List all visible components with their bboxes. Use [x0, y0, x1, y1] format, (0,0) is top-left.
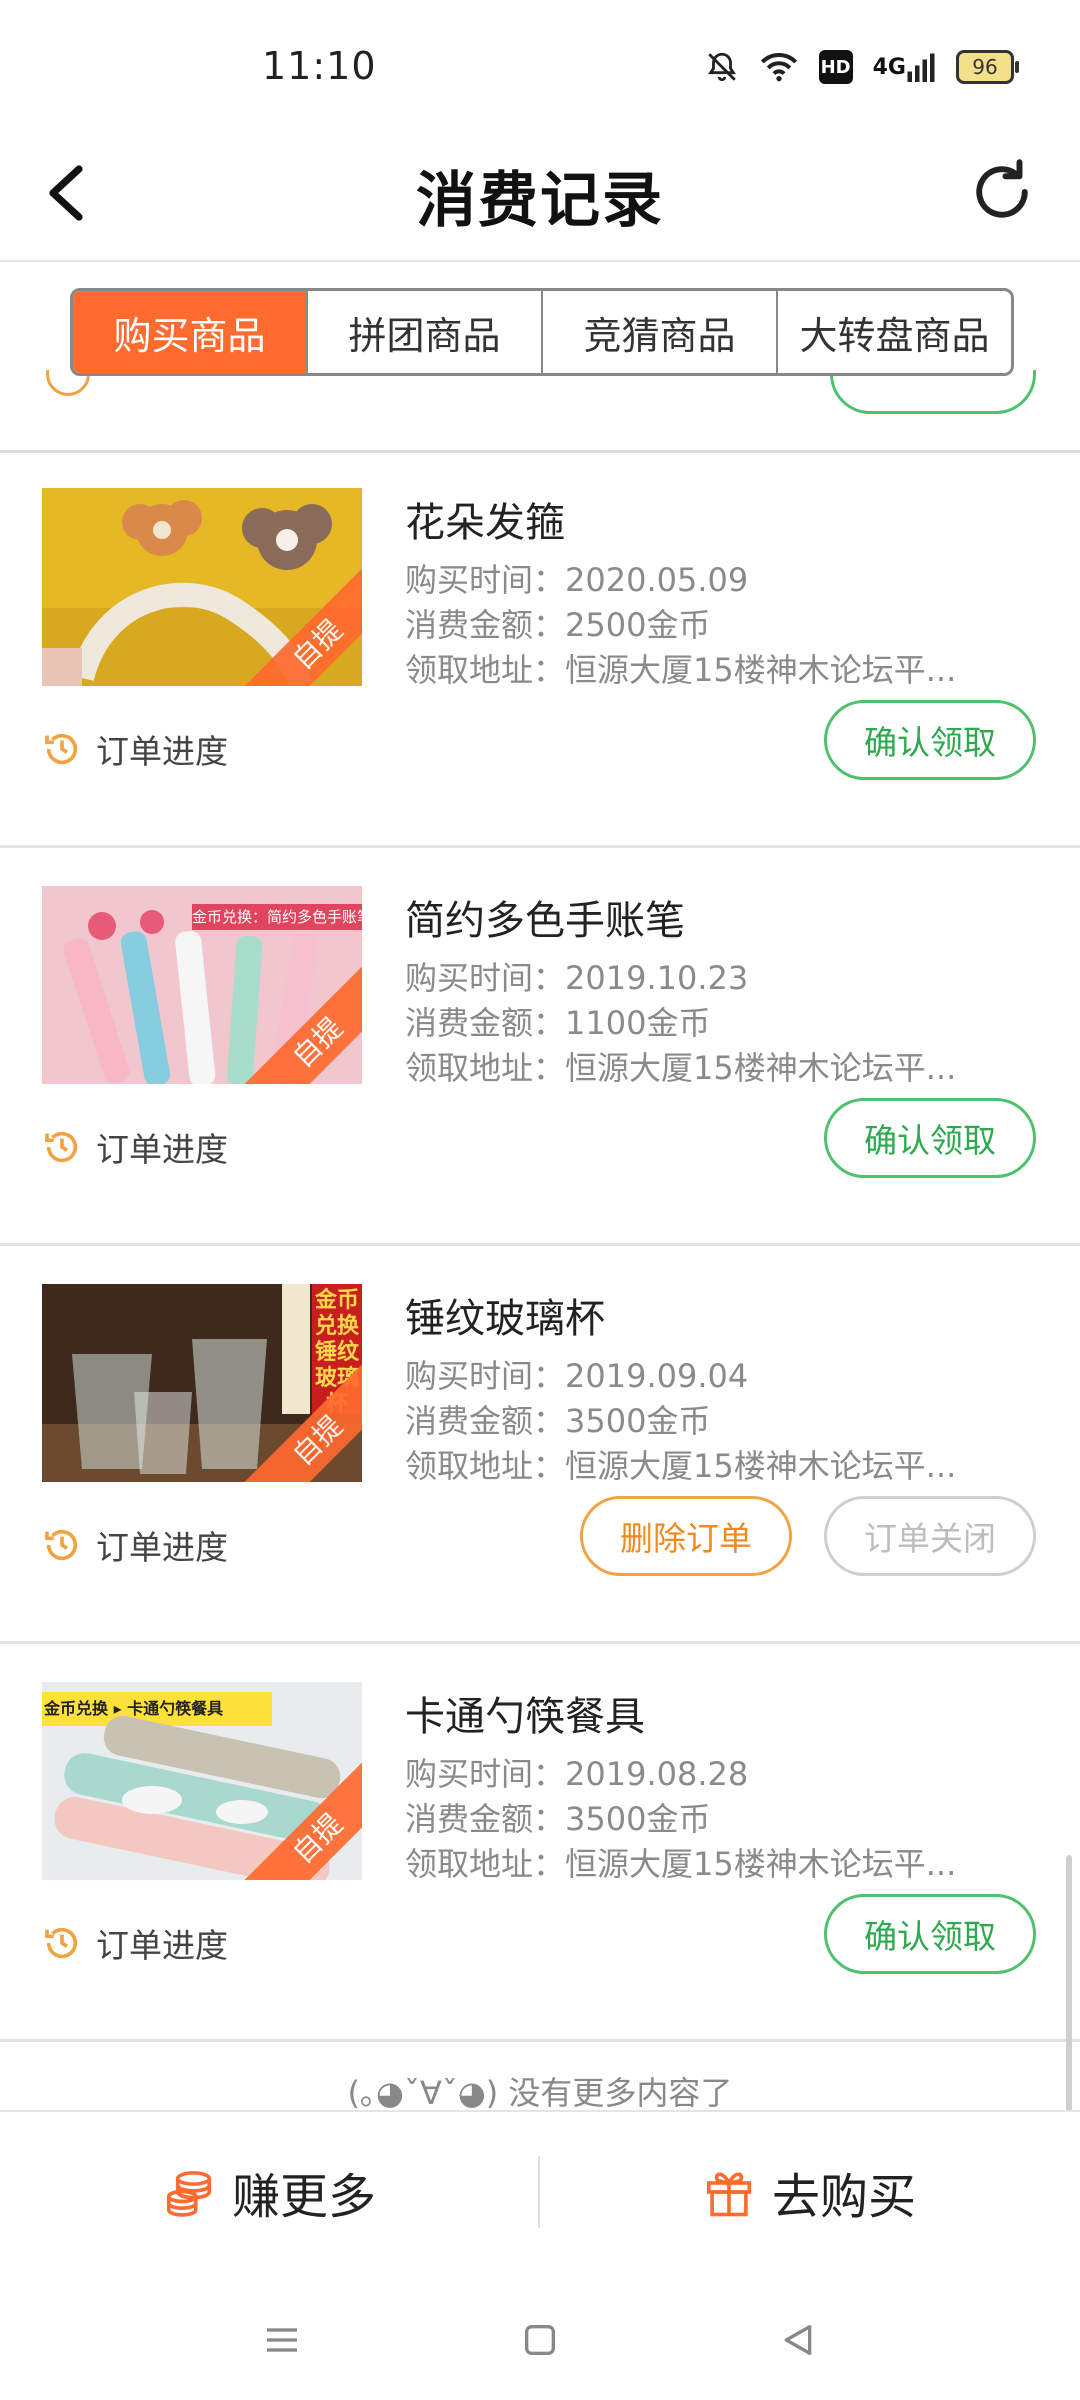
order-progress-link[interactable]: 订单进度 — [42, 1521, 228, 1569]
order-card: 金币兑换 ▸ 卡通勺筷餐具 自提 卡通勺筷餐具 购买时间：2019.08.28 … — [0, 1644, 1080, 2042]
confirm-pickup-button-partial[interactable] — [830, 370, 1036, 414]
product-image-caption: 金币兑换 ▸ 卡通勺筷餐具 — [44, 1699, 224, 1718]
product-image: 金币兑换 锤纹玻璃杯 自提 — [42, 1284, 362, 1482]
go-buy-button[interactable]: 去购买 — [540, 2112, 1078, 2272]
delete-order-button[interactable]: 删除订单 — [580, 1496, 792, 1576]
tab-purchase[interactable]: 购买商品 — [73, 291, 308, 373]
confirm-pickup-button[interactable]: 确认领取 — [824, 1894, 1036, 1974]
go-buy-label: 去购买 — [771, 2169, 916, 2225]
product-name: 卡通勺筷餐具 — [405, 1694, 645, 1740]
back-nav-button[interactable] — [768, 2310, 828, 2370]
page-title: 消费记录 — [416, 166, 664, 236]
order-progress-link[interactable]: 订单进度 — [42, 1919, 228, 1967]
product-image: 自提 — [42, 488, 362, 686]
order-progress-label: 订单进度 — [96, 732, 228, 771]
partial-card — [0, 370, 1080, 453]
order-progress-link[interactable]: 订单进度 — [42, 1123, 228, 1171]
square-icon — [525, 2325, 555, 2355]
order-progress-label: 订单进度 — [96, 1528, 228, 1567]
triangle-back-icon — [784, 2325, 812, 2355]
order-progress-link[interactable]: 订单进度 — [42, 725, 228, 773]
no-more-content: (｡◕ˇ∀ˇ◕) 没有更多内容了 — [347, 2074, 733, 2112]
product-name: 花朵发箍 — [405, 500, 565, 546]
product-image: 金币兑换：简约多色手账笔 自提 — [42, 886, 362, 1084]
pickup-address: 领取地址：恒源大厦15楼神木论坛平... — [405, 651, 957, 689]
menu-icon — [267, 2328, 297, 2352]
tab-wheel[interactable]: 大转盘商品 — [778, 291, 1011, 373]
status-time: 11:10 — [262, 44, 377, 88]
tab-group-buy[interactable]: 拼团商品 — [308, 291, 543, 373]
confirm-pickup-button[interactable]: 确认领取 — [824, 1098, 1036, 1178]
category-tabs: 购买商品 拼团商品 竞猜商品 大转盘商品 — [70, 288, 1014, 376]
clock-history-icon — [45, 733, 78, 765]
pickup-address: 领取地址：恒源大厦15楼神木论坛平... — [405, 1447, 957, 1485]
wifi-icon — [759, 50, 799, 84]
tab-guess[interactable]: 竞猜商品 — [543, 291, 778, 373]
system-nav-bar — [0, 2270, 1080, 2400]
amount: 消费金额：3500金币 — [405, 1800, 711, 1838]
clock-history-icon — [45, 1131, 78, 1163]
bell-off-icon — [705, 50, 739, 84]
order-card: 金币兑换 锤纹玻璃杯 自提 锤纹玻璃杯 购买时间：2019.09.04 消费金额… — [0, 1246, 1080, 1644]
home-nav-button[interactable] — [510, 2310, 570, 2370]
bottom-action-bar: 赚更多 去购买 — [0, 2110, 1080, 2272]
coins-icon — [166, 2171, 212, 2217]
order-card: 金币兑换：简约多色手账笔 自提 简约多色手账笔 购买时间：2019.10.23 … — [0, 848, 1080, 1246]
amount: 消费金额：3500金币 — [405, 1402, 711, 1440]
amount: 消费金额：2500金币 — [405, 606, 711, 644]
product-image-caption: 金币兑换：简约多色手账笔 — [192, 908, 362, 926]
status-bar: 11:10 HD 4G 96 — [0, 0, 1080, 140]
order-progress-label: 订单进度 — [96, 1130, 228, 1169]
app-header: 消费记录 — [0, 130, 1080, 262]
earn-more-label: 赚更多 — [231, 2169, 376, 2225]
product-name: 锤纹玻璃杯 — [405, 1296, 605, 1342]
pickup-address: 领取地址：恒源大厦15楼神木论坛平... — [405, 1049, 957, 1087]
purchase-time: 购买时间：2019.08.28 — [405, 1755, 749, 1793]
order-closed-button: 订单关闭 — [824, 1496, 1036, 1576]
amount: 消费金额：1100金币 — [405, 1004, 711, 1042]
order-progress-label: 订单进度 — [96, 1926, 228, 1965]
purchase-time: 购买时间：2020.05.09 — [405, 561, 749, 599]
network-type: 4G — [872, 54, 906, 80]
order-card: 自提 花朵发箍 购买时间：2020.05.09 消费金额：2500金币 领取地址… — [0, 450, 1080, 848]
menu-nav-button[interactable] — [252, 2310, 312, 2370]
clock-history-icon — [45, 1927, 78, 1959]
earn-more-button[interactable]: 赚更多 — [0, 2112, 538, 2272]
product-image: 金币兑换 ▸ 卡通勺筷餐具 自提 — [42, 1682, 362, 1880]
clock-history-icon — [45, 1529, 78, 1561]
confirm-pickup-button[interactable]: 确认领取 — [824, 700, 1036, 780]
battery-icon: 96 — [956, 50, 1019, 84]
purchase-time: 购买时间：2019.10.23 — [405, 959, 749, 997]
refresh-button[interactable] — [962, 152, 1042, 232]
signal-icon: 4G — [873, 50, 936, 84]
purchase-time: 购买时间：2019.09.04 — [405, 1357, 749, 1395]
hd-icon: HD — [818, 50, 853, 84]
product-name: 简约多色手账笔 — [405, 898, 685, 944]
refresh-icon — [976, 159, 1028, 218]
gift-icon — [706, 2172, 752, 2217]
pickup-address: 领取地址：恒源大厦15楼神木论坛平... — [405, 1845, 957, 1883]
status-icons: HD 4G 96 — [705, 50, 1019, 84]
